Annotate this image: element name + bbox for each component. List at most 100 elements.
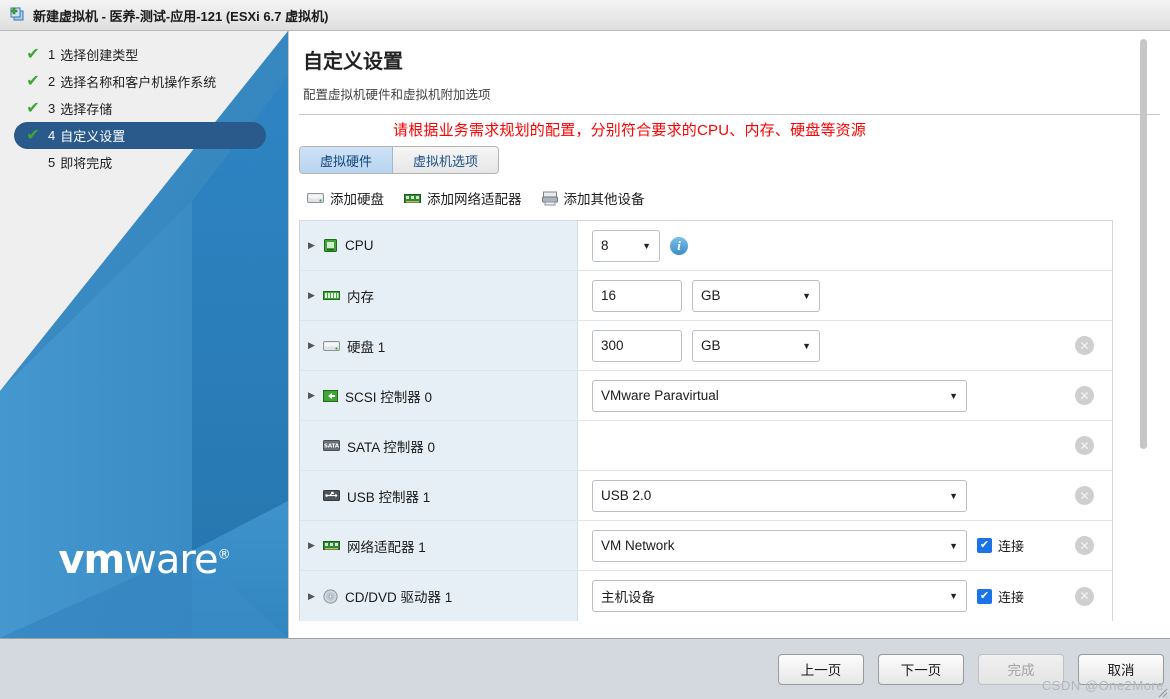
hardware-row-value: GB ▼ <box>578 271 1112 320</box>
network-adapter-network-select[interactable]: VM Network ▼ <box>592 529 967 562</box>
chevron-down-icon: ▼ <box>949 390 958 401</box>
expand-caret-icon[interactable]: ▶ <box>308 541 320 550</box>
hardware-row-value: VMware Paravirtual ▼ ✕ <box>578 371 1112 420</box>
cd-dvd-connect-checkbox[interactable]: ✔ 连接 <box>977 587 1024 606</box>
chevron-down-icon: ▼ <box>949 490 958 501</box>
sidebar-step-3[interactable]: ✔ 3 选择存储 <box>14 95 266 122</box>
step-number: 5 <box>48 155 56 170</box>
cd-dvd-icon <box>323 588 338 604</box>
memory-size-input[interactable] <box>592 279 682 312</box>
hardware-row-label[interactable]: ▶ 硬盘 1 <box>300 321 578 370</box>
memory-icon <box>323 289 340 302</box>
hardware-row-value: VM Network ▼ ✔ 连接 ✕ <box>578 521 1112 570</box>
hardware-name: 内存 <box>347 289 374 305</box>
content-scrollbar[interactable] <box>1140 39 1147 449</box>
sidebar-step-5[interactable]: ✔ 5 即将完成 <box>14 149 266 176</box>
scsi-controller-type-select[interactable]: VMware Paravirtual ▼ <box>592 379 967 412</box>
sidebar-step-4[interactable]: ✔ 4 自定义设置 <box>14 122 266 149</box>
tab-vm-options[interactable]: 虚拟机选项 <box>393 147 498 173</box>
expand-caret-icon[interactable]: ▶ <box>308 241 320 250</box>
sidebar-step-1[interactable]: ✔ 1 选择创建类型 <box>14 41 266 68</box>
expand-caret-icon[interactable]: ▶ <box>308 291 320 300</box>
network-adapter-network-value: VM Network <box>601 538 675 553</box>
step-check-icon: ✔ <box>26 99 40 117</box>
tab-virtual-hardware[interactable]: 虚拟硬件 <box>300 147 393 173</box>
memory-unit-select[interactable]: GB ▼ <box>692 279 820 312</box>
wizard-steps: ✔ 1 选择创建类型 ✔ 2 选择名称和客户机操作系统 ✔ 3 选择存储 ✔ 4 <box>0 31 288 176</box>
hardware-list: ▶ CPU 8 ▼ i ▶ 内存 16 GB ▼ ▶ 硬盘 1 300 GB ▼… <box>299 220 1113 621</box>
expand-caret-icon[interactable]: ▶ <box>308 591 320 601</box>
hardware-row-label[interactable]: ▶ USB 控制器 1 <box>300 471 578 520</box>
hardware-row-hard-disk-1: ▶ 硬盘 1 GB <box>300 321 1112 371</box>
hard-disk-icon <box>307 191 324 205</box>
remove-device-button[interactable]: ✕ <box>1075 436 1094 455</box>
hardware-row-label[interactable]: ▶ CD/DVD 驱动器 1 <box>300 571 578 621</box>
remove-device-button[interactable]: ✕ <box>1075 536 1094 555</box>
title-bar: 新建虚拟机 - 医养-测试-应用-121 (ESXi 6.7 虚拟机) <box>0 0 1170 31</box>
expand-caret-icon: ▶ <box>308 441 320 450</box>
watermark: CSDN @One2More <box>1041 678 1164 693</box>
new-vm-icon <box>8 6 26 24</box>
back-button[interactable]: 上一页 <box>778 653 864 685</box>
wizard-footer: 上一页 下一页 完成 取消 CSDN @One2More <box>0 638 1170 699</box>
info-icon[interactable]: i <box>670 236 688 255</box>
chevron-down-icon: ▼ <box>802 290 811 301</box>
hardware-name: 硬盘 1 <box>347 339 386 355</box>
step-check-icon: ✔ <box>26 126 40 144</box>
hard-disk-unit-select[interactable]: GB ▼ <box>692 329 820 362</box>
cd-dvd-source-select[interactable]: 主机设备 ▼ <box>592 580 967 612</box>
cpu-count-select[interactable]: 8 ▼ <box>592 229 660 262</box>
svg-text:SATA: SATA <box>324 443 340 449</box>
hardware-row-label[interactable]: ▶ CPU <box>300 221 578 270</box>
sata-controller-icon: SATA <box>323 439 340 452</box>
hardware-row-value: 主机设备 ▼ ✔ 连接 ✕ <box>578 571 1112 621</box>
sidebar-step-2[interactable]: ✔ 2 选择名称和客户机操作系统 <box>14 68 266 95</box>
next-button[interactable]: 下一页 <box>878 653 964 685</box>
remove-device-button[interactable]: ✕ <box>1075 586 1094 606</box>
remove-device-button[interactable]: ✕ <box>1075 386 1094 405</box>
vmware-logo-registered: ® <box>217 547 231 563</box>
add-other-device-button[interactable]: 添加其他设备 <box>541 188 645 208</box>
connect-label: 连接 <box>998 539 1025 554</box>
network-adapter-connect-checkbox[interactable]: ✔ 连接 <box>977 536 1024 555</box>
chevron-down-icon: ▼ <box>642 240 651 251</box>
hardware-row-value: 8 ▼ i <box>578 221 1112 270</box>
checkbox-checked-icon: ✔ <box>977 588 992 604</box>
step-label: 选择存储 <box>60 102 113 117</box>
hardware-row-value: USB 2.0 ▼ ✕ <box>578 471 1112 520</box>
usb-controller-type-value: USB 2.0 <box>601 488 652 503</box>
page-title: 自定义设置 <box>303 51 403 73</box>
hardware-toolbar: 添加硬盘 添加网络适配器 添加其他设备 <box>307 188 1170 208</box>
wizard-content: 自定义设置 配置虚拟机硬件和虚拟机附加选项 请根据业务需求规划的配置，分别符合要… <box>289 31 1170 638</box>
step-label: 即将完成 <box>60 156 113 171</box>
hardware-name: 网络适配器 1 <box>347 539 426 555</box>
vmware-logo-vm: vm <box>58 537 125 583</box>
hard-disk-size-input[interactable] <box>592 329 682 362</box>
hardware-name: USB 控制器 1 <box>347 489 431 505</box>
usb-controller-type-select[interactable]: USB 2.0 ▼ <box>592 479 967 512</box>
step-number: 3 <box>48 101 56 116</box>
usb-controller-icon <box>323 489 340 502</box>
hardware-name: CD/DVD 驱动器 1 <box>345 590 453 605</box>
add-hard-disk-button[interactable]: 添加硬盘 <box>307 188 384 208</box>
step-label: 自定义设置 <box>60 129 126 144</box>
window-title: 新建虚拟机 - 医养-测试-应用-121 (ESXi 6.7 虚拟机) <box>33 8 329 24</box>
cpu-icon <box>323 238 338 253</box>
step-check-icon: ✔ <box>26 45 40 63</box>
hard-disk-icon <box>323 339 340 353</box>
checkbox-checked-icon: ✔ <box>977 538 992 553</box>
hardware-row-label[interactable]: ▶ 内存 <box>300 271 578 320</box>
chevron-down-icon: ▼ <box>949 540 958 551</box>
hardware-row-label[interactable]: ▶ SATA SATA 控制器 0 <box>300 421 578 470</box>
remove-device-button[interactable]: ✕ <box>1075 336 1094 355</box>
step-label: 选择创建类型 <box>60 48 139 63</box>
remove-device-button[interactable]: ✕ <box>1075 486 1094 505</box>
hardware-row-label[interactable]: ▶ 网络适配器 1 <box>300 521 578 570</box>
add-network-adapter-button[interactable]: 添加网络适配器 <box>404 188 522 208</box>
warning-note: 请根据业务需求规划的配置，分别符合要求的CPU、内存、硬盘等资源 <box>393 122 867 139</box>
add-other-device-label: 添加其他设备 <box>563 192 645 207</box>
resize-grip-icon[interactable] <box>1156 686 1168 698</box>
hardware-row-label[interactable]: ▶ SCSI 控制器 0 <box>300 371 578 420</box>
expand-caret-icon[interactable]: ▶ <box>308 341 320 350</box>
expand-caret-icon[interactable]: ▶ <box>308 391 320 400</box>
